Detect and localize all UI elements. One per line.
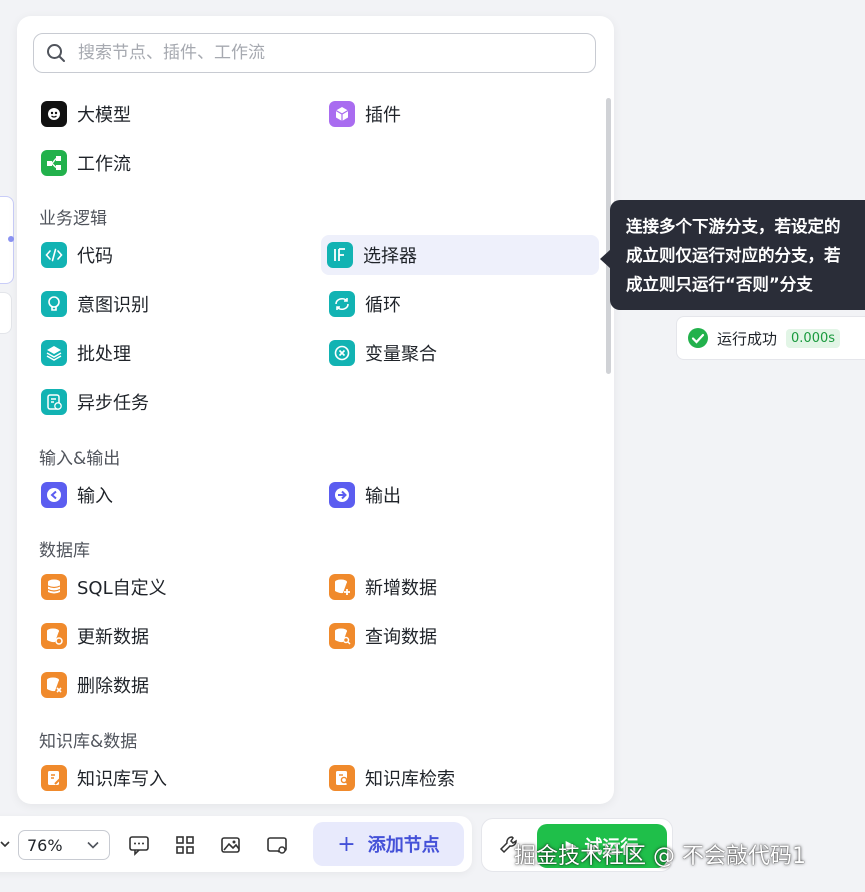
add-node-button[interactable]: + 添加节点 xyxy=(313,822,464,866)
workflow-icon xyxy=(41,150,67,176)
node-label: 新增数据 xyxy=(365,578,437,599)
node-label: 查询数据 xyxy=(365,627,437,648)
search-icon xyxy=(47,44,65,62)
node-label: SQL自定义 xyxy=(77,578,167,599)
node-label: 大模型 xyxy=(77,105,131,126)
code-icon xyxy=(41,242,67,268)
search-box[interactable] xyxy=(33,33,596,73)
node-label: 插件 xyxy=(365,105,401,126)
minimap-icon[interactable] xyxy=(266,834,288,856)
node-picker-panel: 大模型 插件 工作流 业务逻辑 代码 选择器 意图识别 循环 xyxy=(17,16,614,804)
tooltip-line: 成立则只运行“否则”分支 xyxy=(626,275,813,294)
node-item-async-task[interactable]: 异步任务 xyxy=(35,382,305,422)
node-item-code[interactable]: 代码 xyxy=(35,235,305,275)
intent-bulb-icon xyxy=(41,291,67,317)
node-label: 知识库写入 xyxy=(77,769,167,790)
node-item-kb-write[interactable]: 知识库写入 xyxy=(35,758,305,798)
plus-icon: + xyxy=(337,831,356,857)
node-label: 代码 xyxy=(77,246,113,267)
if-selector-icon xyxy=(327,242,353,268)
node-port-dot[interactable] xyxy=(8,236,14,242)
node-item-plugin[interactable]: 插件 xyxy=(323,94,593,134)
node-label: 异步任务 xyxy=(77,393,149,414)
output-icon xyxy=(329,482,355,508)
layout-grid-icon[interactable] xyxy=(174,834,196,856)
node-item-variable-aggregate[interactable]: 变量聚合 xyxy=(323,333,593,373)
db-query-icon xyxy=(329,623,355,649)
add-node-label: 添加节点 xyxy=(367,835,440,856)
image-icon[interactable] xyxy=(220,834,242,856)
search-input[interactable] xyxy=(76,42,580,64)
zoom-select[interactable]: 76% xyxy=(18,830,110,860)
node-item-output[interactable]: 输出 xyxy=(323,475,593,515)
batch-layers-icon xyxy=(41,340,67,366)
node-item-llm[interactable]: 大模型 xyxy=(35,94,305,134)
node-item-selector[interactable]: 选择器 xyxy=(321,235,599,275)
canvas-toolbar: 76% + 添加节点 xyxy=(0,816,472,872)
node-label: 选择器 xyxy=(363,246,417,267)
llm-icon xyxy=(41,101,67,127)
db-update-icon xyxy=(41,623,67,649)
watermark: 掘金技术社区 @ 不会敲代码1 xyxy=(514,844,806,869)
kb-search-icon xyxy=(329,765,355,791)
node-label: 知识库检索 xyxy=(365,769,455,790)
db-add-icon xyxy=(329,574,355,600)
node-item-batch[interactable]: 批处理 xyxy=(35,333,305,373)
node-item-db-update[interactable]: 更新数据 xyxy=(35,616,305,656)
async-task-icon xyxy=(41,389,67,415)
node-label: 输出 xyxy=(365,486,401,507)
category-business-logic: 业务逻辑 xyxy=(39,209,107,229)
input-icon xyxy=(41,482,67,508)
run-time-badge: 0.000s xyxy=(786,328,841,348)
variable-aggregate-icon xyxy=(329,340,355,366)
node-label: 变量聚合 xyxy=(365,344,437,365)
node-label: 更新数据 xyxy=(77,627,149,648)
chevron-down-icon xyxy=(87,841,99,849)
plugin-cube-icon xyxy=(329,101,355,127)
sql-db-icon xyxy=(41,574,67,600)
run-status-text: 运行成功 xyxy=(717,329,778,348)
loop-icon xyxy=(329,291,355,317)
comment-icon[interactable] xyxy=(128,834,150,856)
canvas-node-partial-2[interactable] xyxy=(0,292,12,334)
run-status-card: 运行成功 0.000s xyxy=(676,316,865,360)
node-item-intent[interactable]: 意图识别 xyxy=(35,284,305,324)
selector-tooltip: 连接多个下游分支，若设定的 成立则仅运行对应的分支，若 成立则只运行“否则”分支 xyxy=(610,200,865,310)
check-circle-icon xyxy=(688,328,708,348)
node-item-db-delete[interactable]: 删除数据 xyxy=(35,665,305,705)
category-input-output: 输入&输出 xyxy=(39,449,121,469)
node-label: 删除数据 xyxy=(77,676,149,697)
node-item-workflow[interactable]: 工作流 xyxy=(35,143,305,183)
node-item-kb-search[interactable]: 知识库检索 xyxy=(323,758,593,798)
node-item-loop[interactable]: 循环 xyxy=(323,284,593,324)
node-item-db-query[interactable]: 查询数据 xyxy=(323,616,593,656)
node-label: 工作流 xyxy=(77,154,131,175)
tooltip-line: 连接多个下游分支，若设定的 xyxy=(626,217,841,236)
node-item-db-add[interactable]: 新增数据 xyxy=(323,567,593,607)
node-label: 输入 xyxy=(77,486,113,507)
node-item-sql[interactable]: SQL自定义 xyxy=(35,567,305,607)
category-knowledge: 知识库&数据 xyxy=(39,732,138,752)
chevron-down-icon[interactable] xyxy=(0,840,10,848)
zoom-value: 76% xyxy=(27,835,63,855)
node-label: 循环 xyxy=(365,295,401,316)
node-item-input[interactable]: 输入 xyxy=(35,475,305,515)
category-database: 数据库 xyxy=(39,541,90,561)
node-label: 意图识别 xyxy=(77,295,149,316)
tooltip-line: 成立则仅运行对应的分支，若 xyxy=(626,246,841,265)
node-label: 批处理 xyxy=(77,344,131,365)
db-delete-icon xyxy=(41,672,67,698)
kb-write-icon xyxy=(41,765,67,791)
